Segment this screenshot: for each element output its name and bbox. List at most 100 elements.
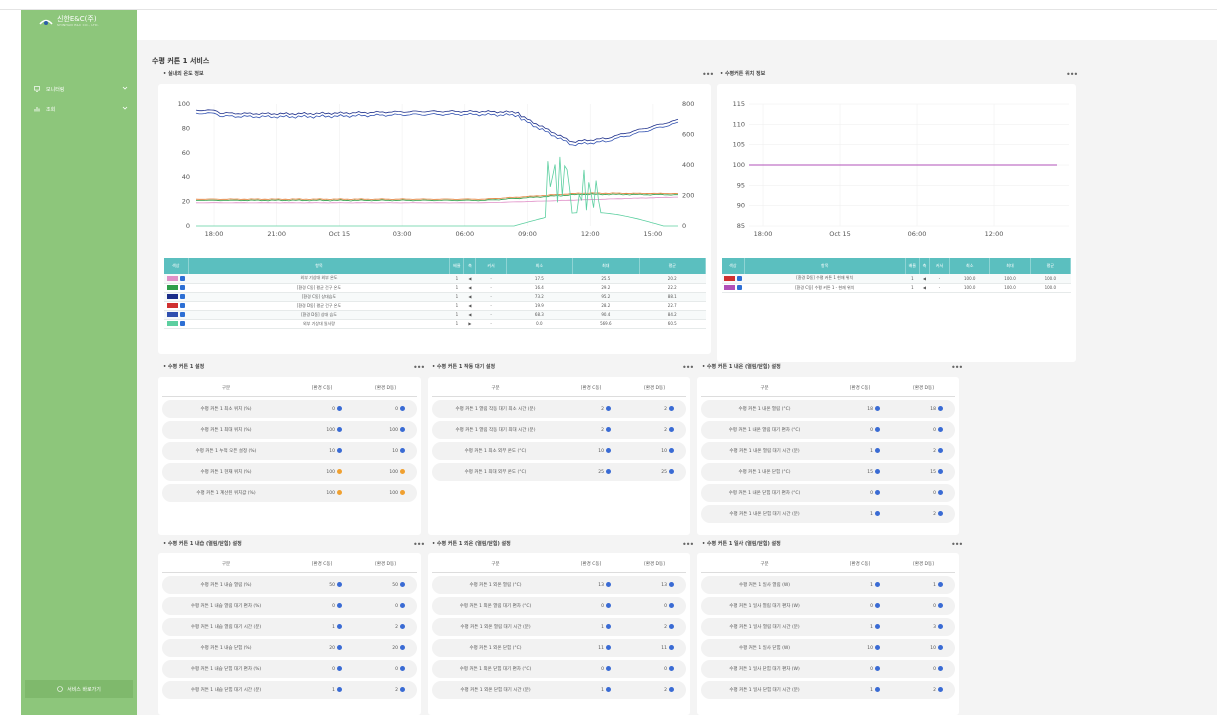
edit-gear-icon[interactable] [938,427,943,432]
edit-gear-icon[interactable] [875,406,880,411]
setting-value-c[interactable]: 1 [290,687,354,693]
edit-gear-icon[interactable] [606,448,611,453]
setting-value-c[interactable]: 1 [828,582,892,588]
edit-gear-icon[interactable] [938,603,943,608]
edit-gear-icon[interactable] [669,427,674,432]
edit-gear-icon[interactable] [938,511,943,516]
legend1-cell[interactable] [164,292,189,302]
edit-gear-icon[interactable] [669,469,674,474]
setting-value-c[interactable]: 100 [290,469,354,475]
edit-gear-icon[interactable] [337,582,342,587]
edit-gear-icon[interactable] [606,603,611,608]
setting-value-c[interactable]: 0 [828,666,892,672]
edit-gear-icon[interactable] [938,469,943,474]
edit-gear-icon[interactable] [875,427,880,432]
setting-value-d[interactable]: 2 [623,687,686,693]
edit-gear-icon[interactable] [875,666,880,671]
edit-gear-icon[interactable] [400,645,405,650]
setting-value-c[interactable]: 0 [290,603,354,609]
edit-gear-icon[interactable] [669,666,674,671]
brand-logo[interactable]: 신한E&C(주) SHINHAN E&C CO., LTD. [39,16,99,27]
edit-gear-icon[interactable] [400,687,405,692]
edit-gear-icon[interactable] [400,603,405,608]
legend1-row[interactable]: [환경 D동] 상대 습도 1 ◀ -68.3 90.4 84.2 [164,310,706,320]
setting-value-d[interactable]: 0 [623,666,686,672]
legend1-row[interactable]: [환경 C동] 상대습도 1 ◀ -73.2 95.2 88.1 [164,292,706,302]
setting-value-d[interactable]: 2 [892,511,955,517]
edit-gear-icon[interactable] [938,645,943,650]
setting-value-d[interactable]: 2 [892,687,955,693]
edit-gear-icon[interactable] [400,469,405,474]
edit-gear-icon[interactable] [606,645,611,650]
nav-monitoring[interactable]: 모니터링 [34,82,128,96]
service-shortcut-button[interactable]: 서비스 바로가기 [25,680,133,698]
edit-gear-icon[interactable] [337,490,342,495]
setting-value-d[interactable]: 0 [354,406,417,412]
chart2-more-icon[interactable]: ••• [1066,71,1078,79]
edit-gear-icon[interactable] [337,469,342,474]
legend1-cell[interactable] [164,301,189,311]
edit-gear-icon[interactable] [400,448,405,453]
setting-value-d[interactable]: 15 [892,469,955,475]
setting-value-d[interactable]: 3 [892,624,955,630]
setting-value-c[interactable]: 20 [290,645,354,651]
edit-gear-icon[interactable] [875,490,880,495]
edit-gear-icon[interactable] [400,624,405,629]
edit-gear-icon[interactable] [337,645,342,650]
setting-value-c[interactable]: 100 [290,490,354,496]
setting-value-c[interactable]: 10 [559,448,623,454]
setting-value-d[interactable]: 2 [623,624,686,630]
legend2-cell[interactable] [722,274,745,284]
edit-gear-icon[interactable] [938,687,943,692]
setting-value-c[interactable]: 0 [828,603,892,609]
edit-gear-icon[interactable] [938,490,943,495]
setting-value-d[interactable]: 1 [892,582,955,588]
edit-gear-icon[interactable] [337,448,342,453]
edit-gear-icon[interactable] [875,603,880,608]
edit-gear-icon[interactable] [606,666,611,671]
checkbox-icon[interactable] [737,285,743,291]
setting-value-d[interactable]: 2 [623,406,686,412]
settings-card-more-icon[interactable]: ••• [682,541,694,549]
edit-gear-icon[interactable] [337,427,342,432]
edit-gear-icon[interactable] [606,406,611,411]
setting-value-d[interactable]: 0 [354,603,417,609]
edit-gear-icon[interactable] [337,687,342,692]
legend1-row[interactable]: [환경 D동] 평균 건구 온도 1 ◀ -19.9 28.2 22.7 [164,301,706,311]
setting-value-c[interactable]: 0 [559,666,623,672]
settings-card-more-icon[interactable]: ••• [682,364,694,372]
edit-gear-icon[interactable] [875,469,880,474]
setting-value-c[interactable]: 10 [290,448,354,454]
edit-gear-icon[interactable] [669,448,674,453]
setting-value-d[interactable]: 10 [623,448,686,454]
chart1-more-icon[interactable]: ••• [702,71,714,79]
legend1-cell[interactable] [164,319,189,329]
legend2-row[interactable]: [환경 C동] 수평 커튼 1 - 현재 위치 1 ◀ -100.0 100.0 100.… [722,283,1071,293]
edit-gear-icon[interactable] [606,624,611,629]
edit-gear-icon[interactable] [875,624,880,629]
checkbox-icon[interactable] [180,321,186,327]
checkbox-icon[interactable] [180,294,186,300]
checkbox-icon[interactable] [737,276,743,281]
setting-value-c[interactable]: 1 [828,687,892,693]
setting-value-d[interactable]: 100 [354,427,417,433]
setting-value-c[interactable]: 15 [828,469,892,475]
setting-value-d[interactable]: 0 [892,490,955,496]
legend2-cell[interactable] [722,283,745,293]
settings-card-more-icon[interactable]: ••• [413,364,425,372]
edit-gear-icon[interactable] [400,406,405,411]
setting-value-c[interactable]: 1 [828,511,892,517]
edit-gear-icon[interactable] [400,427,405,432]
legend1-row[interactable]: [환경 C동] 평균 건구 온도 1 ◀ -16.4 29.2 22.2 [164,283,706,293]
legend1-row[interactable]: 외부 기상대 일사량 1 ▶ -0.0 569.6 60.5 [164,319,706,329]
setting-value-d[interactable]: 2 [623,427,686,433]
setting-value-c[interactable]: 11 [559,645,623,651]
setting-value-c[interactable]: 10 [828,645,892,651]
legend1-row[interactable]: 외부 기상대 외부 온도 1 ◀ -17.5 25.5 20.2 [164,274,706,284]
setting-value-c[interactable]: 1 [290,624,354,630]
setting-value-c[interactable]: 0 [290,666,354,672]
edit-gear-icon[interactable] [669,406,674,411]
edit-gear-icon[interactable] [875,582,880,587]
setting-value-d[interactable]: 100 [354,490,417,496]
setting-value-d[interactable]: 2 [354,687,417,693]
